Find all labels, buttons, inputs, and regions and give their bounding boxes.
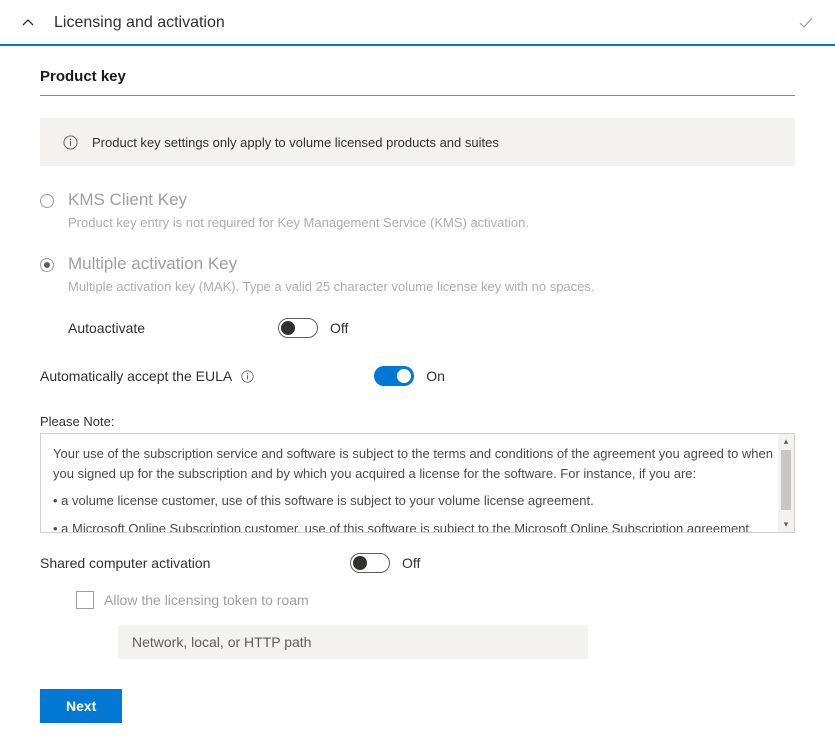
info-banner: Product key settings only apply to volum… bbox=[40, 118, 795, 166]
eula-label: Automatically accept the EULA bbox=[40, 368, 232, 384]
scroll-up-icon[interactable]: ▴ bbox=[784, 434, 789, 450]
radio-kms-desc: Product key entry is not required for Ke… bbox=[68, 214, 795, 232]
radio-mak-desc: Multiple activation key (MAK). Type a va… bbox=[68, 278, 795, 296]
checkmark-icon bbox=[797, 14, 815, 32]
eula-state: On bbox=[426, 368, 445, 384]
note-label: Please Note: bbox=[40, 414, 795, 429]
shared-row: Shared computer activation Off bbox=[40, 553, 795, 573]
page-header: Licensing and activation bbox=[0, 0, 835, 46]
radio-icon bbox=[40, 258, 54, 272]
autoactivate-state: Off bbox=[330, 320, 348, 336]
scrollbar[interactable]: ▴ ▾ bbox=[778, 434, 794, 532]
eula-row: Automatically accept the EULA On bbox=[40, 366, 795, 386]
page-title: Licensing and activation bbox=[54, 14, 797, 32]
autoactivate-row: Autoactivate Off bbox=[68, 318, 795, 338]
info-text: Product key settings only apply to volum… bbox=[92, 135, 499, 150]
info-icon[interactable] bbox=[240, 369, 254, 383]
collapse-icon[interactable] bbox=[20, 15, 36, 31]
autoactivate-label: Autoactivate bbox=[68, 320, 278, 336]
next-button[interactable]: Next bbox=[40, 689, 122, 723]
shared-state: Off bbox=[402, 555, 420, 571]
info-icon bbox=[62, 134, 78, 150]
section-title: Product key bbox=[40, 68, 795, 96]
radio-icon bbox=[40, 194, 54, 208]
note-box: Your use of the subscription service and… bbox=[40, 433, 795, 533]
note-p1: Your use of the subscription service and… bbox=[53, 444, 782, 483]
scroll-down-icon[interactable]: ▾ bbox=[784, 517, 789, 533]
roam-label: Allow the licensing token to roam bbox=[104, 592, 309, 608]
roam-path-input[interactable]: Network, local, or HTTP path bbox=[118, 625, 588, 659]
roam-checkbox[interactable] bbox=[76, 591, 94, 609]
note-b1: • a volume license customer, use of this… bbox=[53, 491, 782, 511]
content-area: Product key Product key settings only ap… bbox=[0, 46, 835, 753]
autoactivate-toggle[interactable] bbox=[278, 318, 318, 338]
radio-kms[interactable]: KMS Client Key bbox=[40, 190, 795, 210]
radio-mak[interactable]: Multiple activation Key bbox=[40, 254, 795, 274]
radio-kms-label: KMS Client Key bbox=[68, 190, 187, 210]
shared-toggle[interactable] bbox=[350, 553, 390, 573]
note-b2: • a Microsoft Online Subscription custom… bbox=[53, 519, 782, 534]
scroll-thumb[interactable] bbox=[781, 450, 791, 510]
shared-label: Shared computer activation bbox=[40, 555, 350, 571]
roam-row[interactable]: Allow the licensing token to roam bbox=[76, 591, 795, 609]
eula-toggle[interactable] bbox=[374, 366, 414, 386]
radio-mak-label: Multiple activation Key bbox=[68, 254, 237, 274]
